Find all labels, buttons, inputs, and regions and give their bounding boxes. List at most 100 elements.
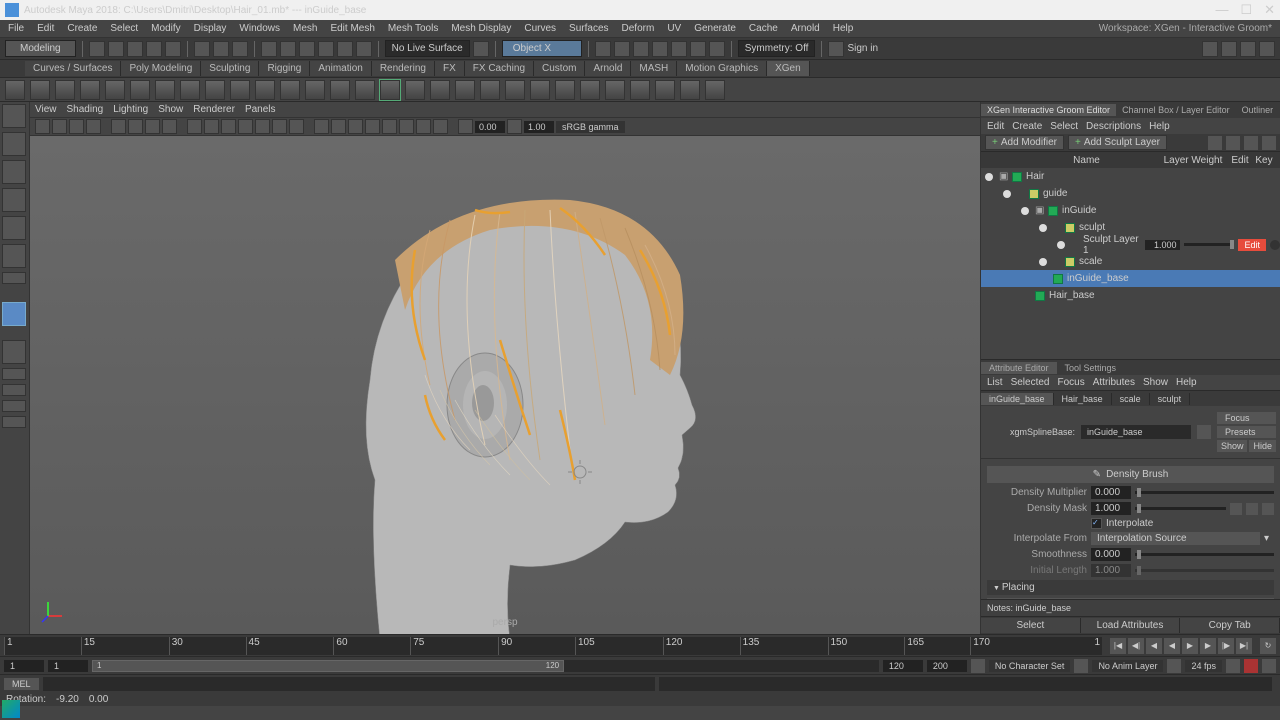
time-slider[interactable]: 1 15 30 45 60 75 90 105 120 135 150 165 …	[0, 634, 1280, 656]
tab-outliner[interactable]: Outliner	[1236, 104, 1280, 116]
ae-show[interactable]: Show	[1143, 377, 1168, 388]
lasso-icon[interactable]	[213, 41, 229, 57]
tab-fxcaching[interactable]: FX Caching	[465, 61, 534, 76]
play-back-button[interactable]: ◀	[1164, 638, 1180, 654]
range-icon-2[interactable]	[1074, 659, 1088, 673]
xgen-tool-20[interactable]	[480, 80, 500, 100]
mod-icon-1[interactable]	[1208, 136, 1222, 150]
vp-lighting[interactable]: Lighting	[113, 104, 148, 115]
mode-dropdown[interactable]: Modeling	[5, 40, 76, 57]
vp-exposure-icon[interactable]	[458, 119, 473, 134]
density-mult-slider[interactable]	[1135, 491, 1274, 494]
play-forward-button[interactable]: ▶	[1182, 638, 1198, 654]
vp-icon-3[interactable]	[69, 119, 84, 134]
account-icon[interactable]	[828, 41, 844, 57]
vp-colorspace-dropdown[interactable]: sRGB gamma	[556, 121, 625, 133]
tab-mash[interactable]: MASH	[631, 61, 677, 76]
tab-custom[interactable]: Custom	[534, 61, 585, 76]
xgen-tool-27[interactable]	[655, 80, 675, 100]
mod-icon-3[interactable]	[1244, 136, 1258, 150]
vp-icon-11[interactable]	[221, 119, 236, 134]
menu-mesh-tools[interactable]: Mesh Tools	[383, 23, 443, 34]
layout-outliner[interactable]	[2, 400, 26, 412]
tab-rigging[interactable]: Rigging	[259, 61, 310, 76]
menu-edit-mesh[interactable]: Edit Mesh	[325, 23, 379, 34]
close-button[interactable]: ✕	[1264, 2, 1275, 18]
vp-icon-19[interactable]	[365, 119, 380, 134]
set-key-button[interactable]	[1244, 659, 1258, 673]
node-tab-inguide-base[interactable]: inGuide_base	[981, 393, 1054, 405]
menu-mesh-display[interactable]: Mesh Display	[446, 23, 516, 34]
panel-layout-icon[interactable]	[709, 41, 725, 57]
xgen-tool-29[interactable]	[705, 80, 725, 100]
tab-poly[interactable]: Poly Modeling	[121, 61, 201, 76]
undo-icon[interactable]	[146, 41, 162, 57]
range-start-outer[interactable]: 1	[4, 660, 44, 672]
xge-descriptions[interactable]: Descriptions	[1086, 121, 1141, 132]
character-set-dropdown[interactable]: No Character Set	[989, 660, 1071, 672]
ae-help[interactable]: Help	[1176, 377, 1197, 388]
tree-row-sculpt-layer[interactable]: Sculpt Layer 11.000Edit	[981, 236, 1280, 253]
xgen-tool-10[interactable]	[230, 80, 250, 100]
vp-gamma-icon[interactable]	[507, 119, 522, 134]
toggle-1-icon[interactable]	[1202, 41, 1218, 57]
vp-icon-4[interactable]	[86, 119, 101, 134]
tab-sculpting[interactable]: Sculpting	[201, 61, 259, 76]
script-language-toggle[interactable]: MEL	[4, 678, 39, 690]
xgen-tool-6[interactable]	[130, 80, 150, 100]
menu-display[interactable]: Display	[189, 23, 232, 34]
vp-renderer[interactable]: Renderer	[193, 104, 235, 115]
xgen-tool-16[interactable]	[380, 80, 400, 100]
menu-help[interactable]: Help	[828, 23, 859, 34]
copy-tab-button[interactable]: Copy Tab	[1180, 618, 1280, 633]
tree-row-hair[interactable]: ▣Hair	[981, 168, 1280, 185]
menu-arnold[interactable]: Arnold	[786, 23, 825, 34]
step-forward-button[interactable]: |▶	[1218, 638, 1234, 654]
tab-motion[interactable]: Motion Graphics	[677, 61, 767, 76]
xgen-tool-12[interactable]	[280, 80, 300, 100]
workspace-label[interactable]: Workspace: XGen - Interactive Groom*	[1094, 23, 1277, 34]
interpolate-from-dropdown[interactable]: Interpolation Source	[1091, 532, 1260, 545]
range-start-inner[interactable]: 1	[48, 660, 88, 672]
vp-icon-6[interactable]	[128, 119, 143, 134]
fps-dropdown[interactable]: 24 fps	[1185, 660, 1222, 672]
go-end-button[interactable]: ▶|	[1236, 638, 1252, 654]
xgen-tool-22[interactable]	[530, 80, 550, 100]
ipr-icon[interactable]	[633, 41, 649, 57]
mask-icon-1[interactable]	[1230, 503, 1242, 515]
menu-edit[interactable]: Edit	[32, 23, 59, 34]
xgen-tool-11[interactable]	[255, 80, 275, 100]
xgen-tool-8[interactable]	[180, 80, 200, 100]
vp-shading[interactable]: Shading	[67, 104, 104, 115]
key-forward-button[interactable]: ▶	[1200, 638, 1216, 654]
tree-row-inguide[interactable]: ▣inGuide	[981, 202, 1280, 219]
command-input[interactable]	[43, 677, 656, 691]
mask-icon-3[interactable]	[1262, 503, 1274, 515]
render-icon[interactable]	[614, 41, 630, 57]
menu-generate[interactable]: Generate	[689, 23, 741, 34]
menu-surfaces[interactable]: Surfaces	[564, 23, 613, 34]
minimize-button[interactable]: —	[1215, 2, 1228, 18]
xgen-tool-3[interactable]	[55, 80, 75, 100]
toggle-4-icon[interactable]	[1259, 41, 1275, 57]
construction-history-icon[interactable]	[595, 41, 611, 57]
vp-icon-21[interactable]	[399, 119, 414, 134]
viewport[interactable]: persp	[30, 136, 980, 634]
hide-button[interactable]: Hide	[1249, 440, 1276, 452]
vp-icon-16[interactable]	[314, 119, 329, 134]
prefs-icon[interactable]	[1262, 659, 1276, 673]
add-modifier-button[interactable]: +Add Modifier	[985, 135, 1064, 150]
tab-fx[interactable]: FX	[435, 61, 465, 76]
tab-arnold[interactable]: Arnold	[585, 61, 631, 76]
lasso-tool[interactable]	[2, 132, 26, 156]
mod-icon-4[interactable]	[1262, 136, 1276, 150]
vp-icon-23[interactable]	[433, 119, 448, 134]
xgen-tool-14[interactable]	[330, 80, 350, 100]
snap-plane-icon[interactable]	[318, 41, 334, 57]
render-settings-icon[interactable]	[652, 41, 668, 57]
object-type-field[interactable]: Object X	[502, 40, 582, 57]
smoothness-slider[interactable]	[1135, 553, 1274, 556]
range-end-inner[interactable]: 120	[883, 660, 923, 672]
vp-icon-18[interactable]	[348, 119, 363, 134]
xgen-tool-21[interactable]	[505, 80, 525, 100]
